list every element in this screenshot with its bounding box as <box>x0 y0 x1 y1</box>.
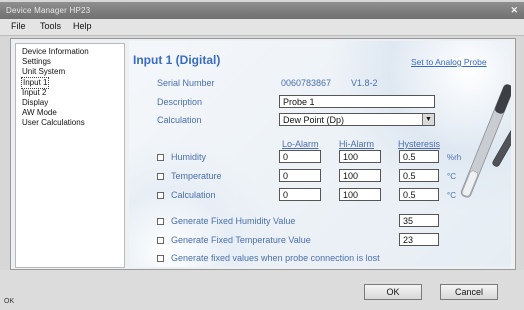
page-title: Input 1 (Digital) <box>133 53 221 67</box>
menu-tools[interactable]: Tools <box>40 21 61 31</box>
menu-bar: File Tools Help <box>0 19 524 36</box>
temperature-checkbox[interactable] <box>157 173 164 180</box>
humidity-label: Humidity <box>171 152 207 162</box>
chevron-down-icon[interactable]: ▼ <box>422 114 434 125</box>
humidity-lo-alarm-input[interactable] <box>279 150 321 163</box>
status-text: OK <box>4 298 15 305</box>
navigation-tree: Device Information Settings Unit System … <box>15 43 125 268</box>
generate-humidity-label: Generate Fixed Humidity Value <box>171 216 296 226</box>
generate-humidity-checkbox[interactable] <box>157 218 164 225</box>
tree-item-aw-mode[interactable]: AW Mode <box>22 108 57 118</box>
title-bar: Device Manager HP23 ✕ <box>0 2 524 19</box>
humidity-hysteresis-input[interactable] <box>399 150 439 163</box>
calculation-select-value: Dew Point (Dp) <box>283 115 345 125</box>
serial-number-label: Serial Number <box>157 78 215 88</box>
tree-item-input-2[interactable]: Input 2 <box>22 88 46 98</box>
tree-item-user-calculations[interactable]: User Calculations <box>22 118 85 128</box>
tree-item-device-information[interactable]: Device Information <box>22 47 89 57</box>
lo-alarm-header: Lo-Alarm <box>282 139 319 149</box>
calculation-label: Calculation <box>157 115 202 125</box>
temperature-lo-alarm-input[interactable] <box>279 169 321 182</box>
content-area: Device Information Settings Unit System … <box>10 38 516 270</box>
calculation-select[interactable]: Dew Point (Dp) ▼ <box>279 113 435 126</box>
menu-help[interactable]: Help <box>73 21 92 31</box>
generate-temperature-label: Generate Fixed Temperature Value <box>171 235 311 245</box>
tree-item-unit-system[interactable]: Unit System <box>22 67 65 77</box>
humidity-checkbox[interactable] <box>157 154 164 161</box>
input-settings-panel: Input 1 (Digital) Set to Analog Probe Se… <box>129 41 511 267</box>
calculation-alarm-label: Calculation <box>171 190 216 200</box>
menu-file[interactable]: File <box>11 21 26 31</box>
generate-on-lost-label: Generate fixed values when probe connect… <box>171 253 380 263</box>
firmware-version: V1.8-2 <box>351 78 378 88</box>
temperature-label: Temperature <box>171 171 222 181</box>
fixed-temperature-input[interactable] <box>399 233 439 246</box>
device-manager-window: Device Manager HP23 ✕ File Tools Help De… <box>0 0 524 310</box>
description-input[interactable] <box>279 95 435 108</box>
tree-item-settings[interactable]: Settings <box>22 57 51 67</box>
hysteresis-header: Hysteresis <box>398 139 441 149</box>
serial-number-value: 0060783867 <box>281 78 332 88</box>
humidity-unit: %rh <box>447 153 462 162</box>
hi-alarm-header: Hi-Alarm <box>339 139 374 149</box>
set-to-analog-probe-link[interactable]: Set to Analog Probe <box>411 57 487 67</box>
window-title: Device Manager HP23 <box>6 6 91 15</box>
ok-button[interactable]: OK <box>364 284 422 300</box>
probe-image <box>460 84 511 198</box>
generate-temperature-checkbox[interactable] <box>157 237 164 244</box>
cancel-button[interactable]: Cancel <box>440 284 498 300</box>
footer-bar: OK Cancel <box>0 270 524 310</box>
calculation-hi-alarm-input[interactable] <box>339 188 381 201</box>
calculation-unit: °C <box>447 191 456 200</box>
close-icon[interactable]: ✕ <box>510 5 518 16</box>
tree-item-display[interactable]: Display <box>22 98 48 108</box>
temperature-hi-alarm-input[interactable] <box>339 169 381 182</box>
description-label: Description <box>157 97 203 107</box>
fixed-humidity-input[interactable] <box>399 214 439 227</box>
temperature-unit: °C <box>447 172 456 181</box>
calculation-hysteresis-input[interactable] <box>399 188 439 201</box>
temperature-hysteresis-input[interactable] <box>399 169 439 182</box>
calculation-checkbox[interactable] <box>157 192 164 199</box>
calculation-lo-alarm-input[interactable] <box>279 188 321 201</box>
humidity-hi-alarm-input[interactable] <box>339 150 381 163</box>
generate-on-lost-checkbox[interactable] <box>157 255 164 262</box>
